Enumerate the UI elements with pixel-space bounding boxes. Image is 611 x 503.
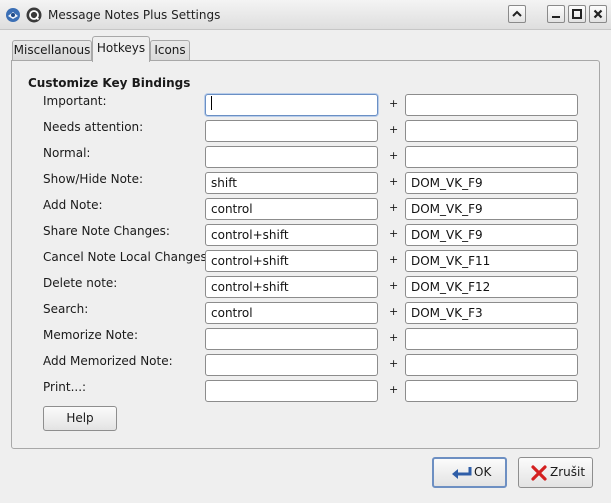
binding-label-add-memorized-note: Add Memorized Note: [43, 354, 173, 368]
plus-separator: + [389, 279, 399, 292]
cancel-note-local-changes-key-input[interactable] [405, 250, 578, 272]
add-memorized-note-key-input[interactable] [405, 354, 578, 376]
normal-modifier-input[interactable] [205, 146, 378, 168]
plus-separator: + [389, 305, 399, 318]
important-key-input[interactable] [405, 94, 578, 116]
binding-label-needs-attention: Needs attention: [43, 120, 144, 134]
ok-button-label: OK [474, 465, 492, 479]
plus-separator: + [389, 175, 399, 188]
tab-label: Hotkeys [96, 41, 146, 55]
search-key-input[interactable] [405, 302, 578, 324]
ok-button[interactable]: OK [432, 457, 507, 488]
plus-separator: + [389, 97, 399, 110]
important-modifier-input[interactable] [205, 94, 378, 116]
plus-separator: + [389, 383, 399, 396]
cancel-note-local-changes-modifier-input[interactable] [205, 250, 378, 272]
binding-label-share-note-changes: Share Note Changes: [43, 224, 170, 238]
delete-note-key-input[interactable] [405, 276, 578, 298]
binding-label-memorize-note: Memorize Note: [43, 328, 138, 342]
minimize-icon [552, 16, 560, 18]
plus-separator: + [389, 123, 399, 136]
print-key-input[interactable] [405, 380, 578, 402]
enter-arrow-icon [452, 467, 472, 479]
maximize-button[interactable] [568, 5, 586, 23]
binding-label-add-note: Add Note: [43, 198, 103, 212]
tab-label: Icons [154, 43, 186, 57]
binding-label-show-hide-note: Show/Hide Note: [43, 172, 144, 186]
section-title: Customize Key Bindings [28, 76, 191, 90]
minimize-button[interactable] [547, 5, 565, 23]
tab-icons[interactable]: Icons [150, 40, 190, 61]
delete-note-modifier-input[interactable] [205, 276, 378, 298]
binding-label-search: Search: [43, 302, 89, 316]
help-button[interactable]: Help [43, 406, 117, 431]
close-button[interactable] [589, 5, 607, 23]
show-hide-note-key-input[interactable] [405, 172, 578, 194]
share-note-changes-modifier-input[interactable] [205, 224, 378, 246]
search-modifier-input[interactable] [205, 302, 378, 324]
needs-attention-key-input[interactable] [405, 120, 578, 142]
chevron-up-icon [512, 10, 522, 17]
text-cursor [211, 96, 212, 110]
maximize-icon [572, 9, 582, 19]
plus-separator: + [389, 357, 399, 370]
memorize-note-modifier-input[interactable] [205, 328, 378, 350]
tab-hotkeys[interactable]: Hotkeys [92, 36, 150, 62]
binding-label-important: Important: [43, 94, 107, 108]
memorize-note-key-input[interactable] [405, 328, 578, 350]
cancel-button[interactable]: Zrušit [518, 457, 593, 488]
help-button-label: Help [66, 411, 94, 425]
plus-separator: + [389, 149, 399, 162]
thunderbird-app-icon [6, 8, 20, 22]
plus-separator: + [389, 227, 399, 240]
binding-label-print: Print...: [43, 380, 87, 394]
add-memorized-note-modifier-input[interactable] [205, 354, 378, 376]
plus-separator: + [389, 331, 399, 344]
shade-button[interactable] [508, 5, 526, 23]
add-note-modifier-input[interactable] [205, 198, 378, 220]
plus-separator: + [389, 201, 399, 214]
add-note-key-input[interactable] [405, 198, 578, 220]
binding-label-delete-note: Delete note: [43, 276, 118, 290]
binding-label-cancel-note-local-changes: Cancel Note Local Changes: [43, 250, 211, 264]
cancel-button-label: Zrušit [550, 465, 586, 479]
binding-label-normal: Normal: [43, 146, 91, 160]
needs-attention-modifier-input[interactable] [205, 120, 378, 142]
plus-separator: + [389, 253, 399, 266]
title-bar: Message Notes Plus Settings [0, 0, 611, 30]
share-note-changes-key-input[interactable] [405, 224, 578, 246]
print-modifier-input[interactable] [205, 380, 378, 402]
window-menu-icon[interactable] [26, 7, 42, 23]
window-title: Message Notes Plus Settings [48, 8, 221, 22]
tab-miscellanous[interactable]: Miscellanous [12, 40, 92, 61]
normal-key-input[interactable] [405, 146, 578, 168]
red-x-icon [531, 465, 547, 481]
show-hide-note-modifier-input[interactable] [205, 172, 378, 194]
close-icon [593, 9, 603, 19]
tab-label: Miscellanous [13, 43, 91, 57]
